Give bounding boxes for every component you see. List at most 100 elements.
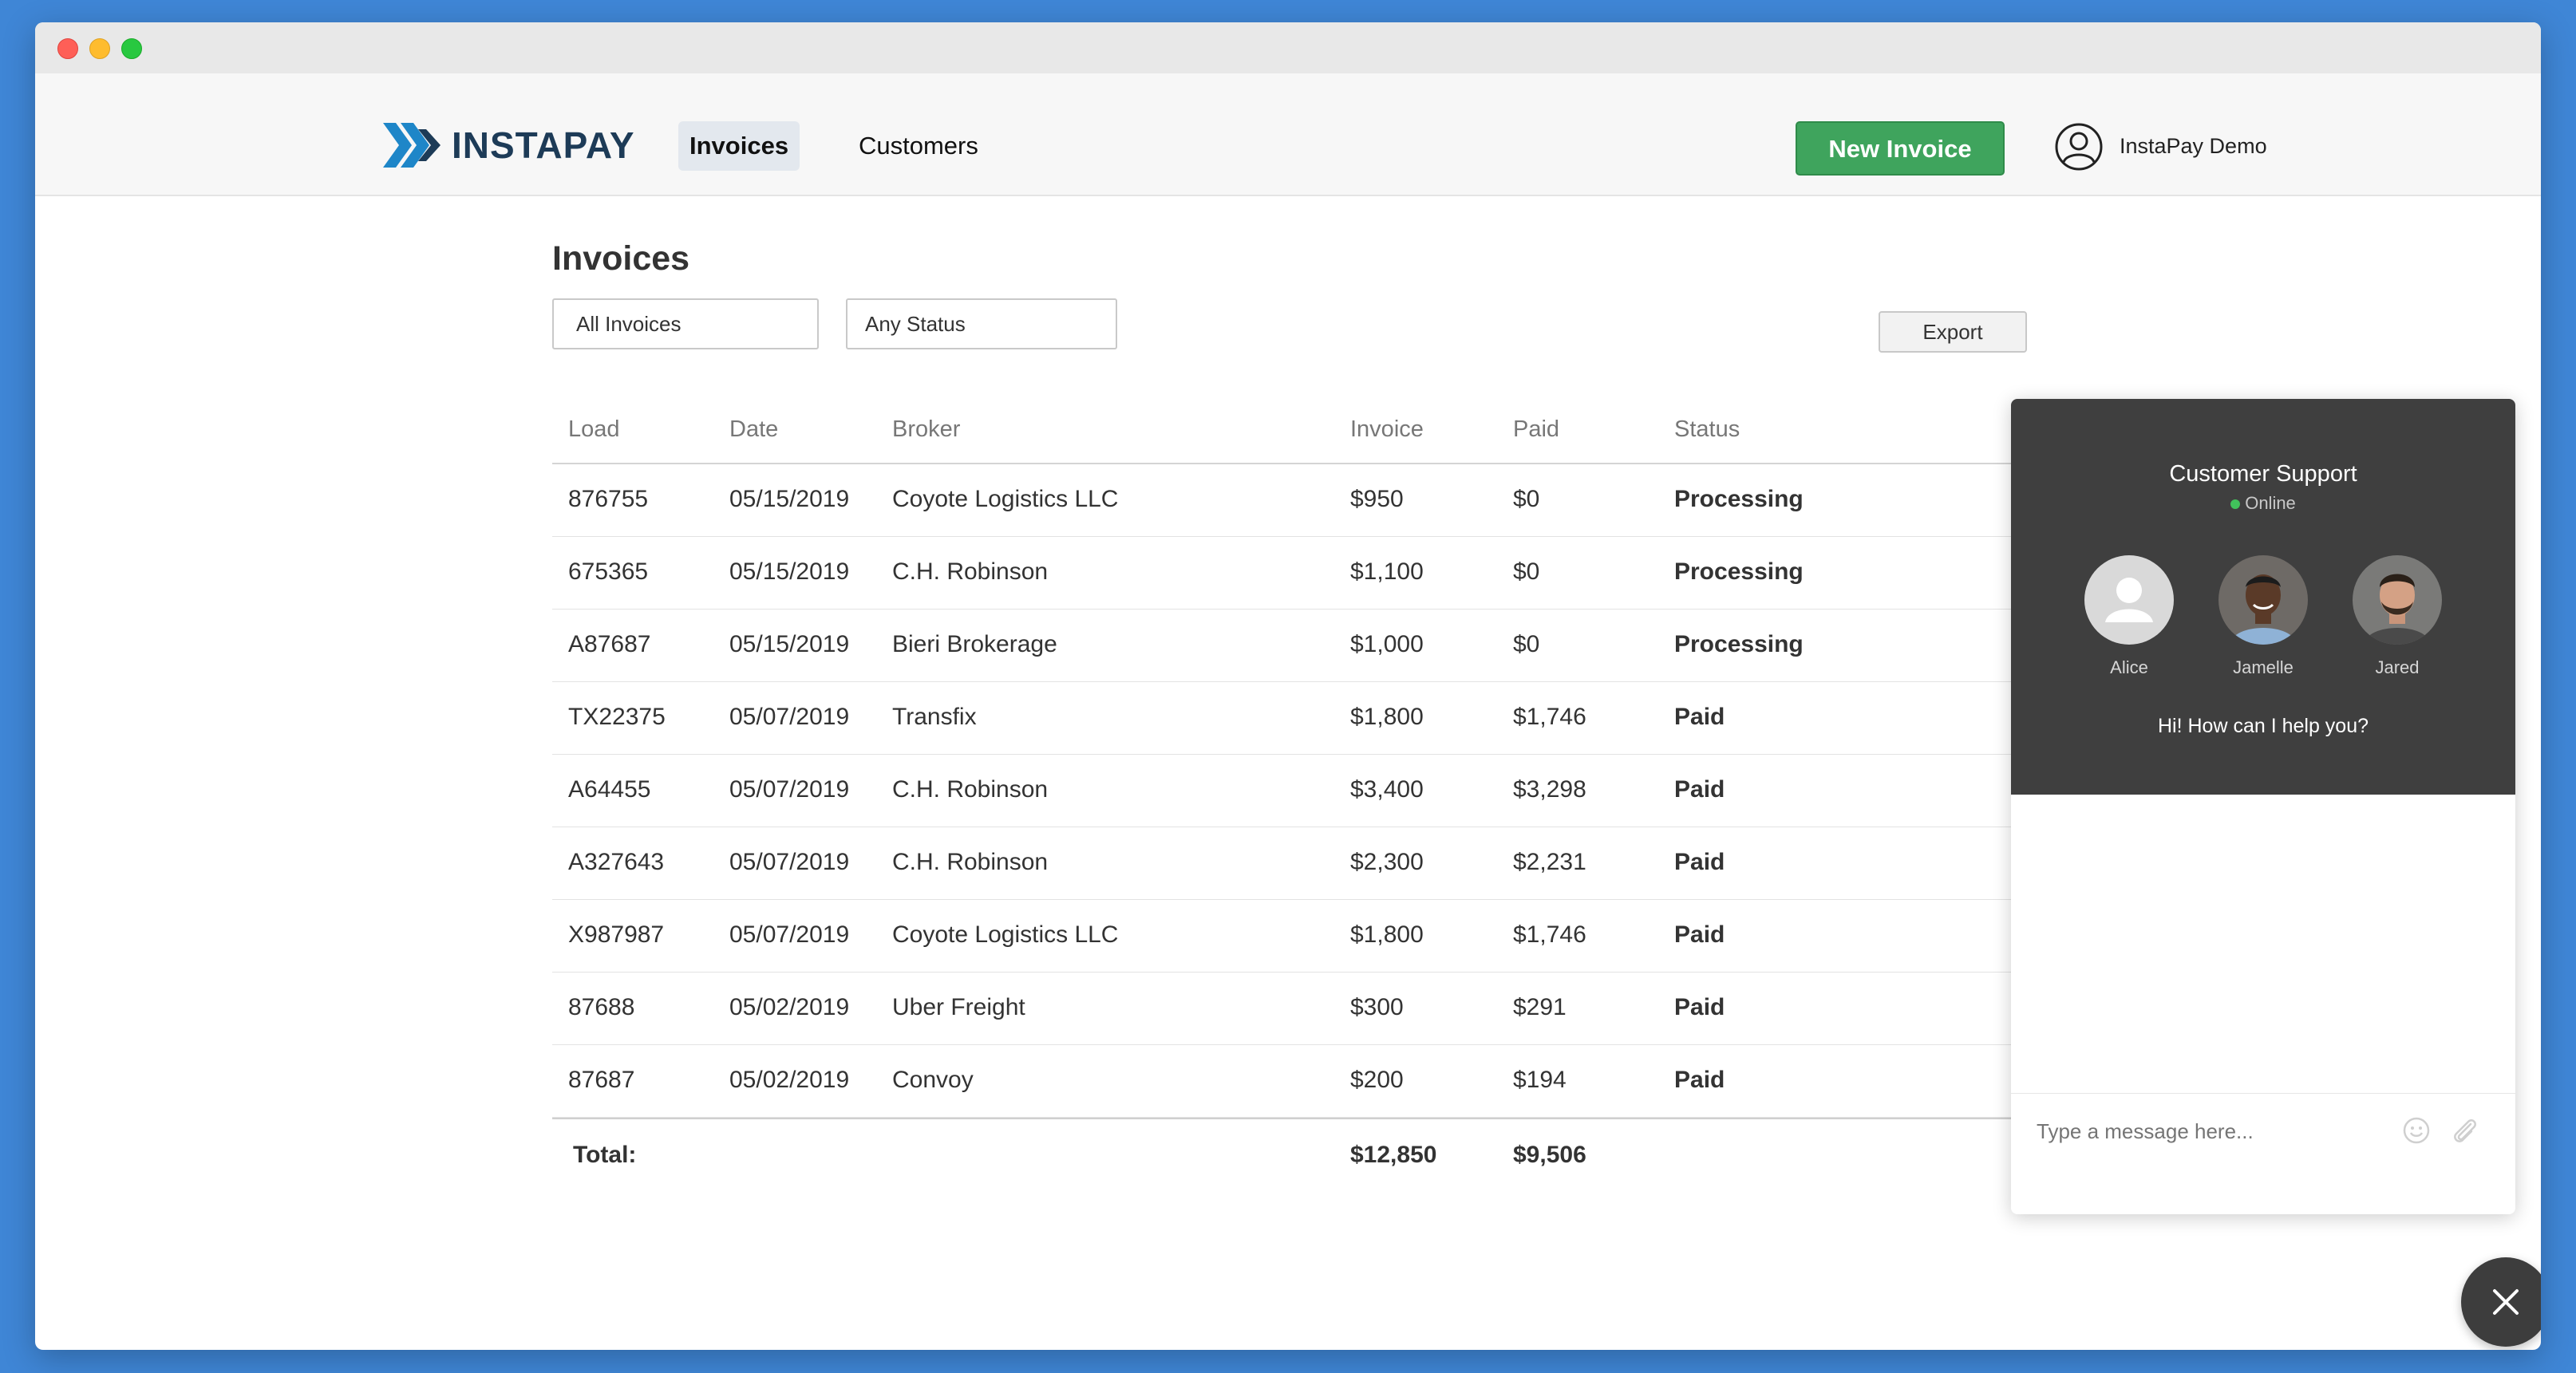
cell-load: 87687: [568, 1067, 635, 1093]
cell-invoice: $950: [1350, 486, 1404, 512]
cell-broker: C.H. Robinson: [892, 776, 1049, 803]
cell-load: A327643: [568, 849, 665, 875]
brand-logo[interactable]: INSTAPAY: [383, 123, 635, 168]
cell-paid: $291: [1513, 994, 1567, 1020]
close-icon: [2493, 1289, 2519, 1315]
cell-date: 05/07/2019: [729, 776, 850, 803]
nav-invoices[interactable]: Invoices: [678, 121, 800, 171]
agent-jared: Jared: [2349, 555, 2445, 678]
column-header-load[interactable]: Load: [568, 416, 620, 443]
table-row[interactable]: X987987 05/07/2019 Coyote Logistics LLC …: [552, 900, 2148, 973]
chat-composer: [2011, 1093, 2515, 1214]
cell-broker: C.H. Robinson: [892, 558, 1049, 585]
column-header-broker[interactable]: Broker: [892, 416, 960, 443]
browser-window: INSTAPAY Invoices Customers New Invoice …: [35, 22, 2541, 1350]
column-header-date[interactable]: Date: [729, 416, 778, 443]
chat-close-button[interactable]: [2461, 1257, 2541, 1347]
chat-message-input[interactable]: [2035, 1115, 2389, 1148]
cell-invoice: $2,300: [1350, 849, 1424, 875]
cell-paid: $0: [1513, 558, 1540, 585]
table-row[interactable]: 876755 05/15/2019 Coyote Logistics LLC $…: [552, 464, 2148, 537]
chat-greeting: Hi! How can I help you?: [2157, 715, 2369, 737]
maximize-window-button[interactable]: [121, 38, 142, 59]
status-badge: Processing: [1674, 558, 1804, 585]
total-paid: $9,506: [1513, 1142, 1586, 1168]
status-badge: Paid: [1674, 994, 1725, 1020]
export-button[interactable]: Export: [1879, 311, 2027, 353]
cell-invoice: $1,100: [1350, 558, 1424, 585]
cell-load: X987987: [568, 921, 665, 948]
table-row[interactable]: A327643 05/07/2019 C.H. Robinson $2,300 …: [552, 827, 2148, 900]
cell-date: 05/15/2019: [729, 631, 850, 657]
cell-paid: $0: [1513, 631, 1540, 657]
cell-broker: Bieri Brokerage: [892, 631, 1057, 657]
new-invoice-button[interactable]: New Invoice: [1796, 121, 2005, 176]
agent-jamelle: Jamelle: [2215, 555, 2311, 678]
cell-broker: Transfix: [892, 704, 977, 730]
column-header-invoice[interactable]: Invoice: [1350, 416, 1424, 443]
status-badge: Paid: [1674, 849, 1725, 875]
table-row[interactable]: TX22375 05/07/2019 Transfix $1,800 $1,74…: [552, 682, 2148, 755]
table-row[interactable]: 675365 05/15/2019 C.H. Robinson $1,100 $…: [552, 537, 2148, 610]
person-avatar-icon: [2353, 555, 2442, 645]
table-row[interactable]: A64455 05/07/2019 C.H. Robinson $3,400 $…: [552, 755, 2148, 827]
cell-paid: $1,746: [1513, 921, 1586, 948]
cell-load: 675365: [568, 558, 649, 585]
cell-broker: Uber Freight: [892, 994, 1025, 1020]
chat-title: Customer Support: [2169, 461, 2357, 487]
status-filter-select[interactable]: Any Status: [846, 298, 1117, 349]
status-badge: Processing: [1674, 486, 1804, 512]
table-row[interactable]: 87688 05/02/2019 Uber Freight $300 $291 …: [552, 973, 2148, 1045]
table-row[interactable]: 87687 05/02/2019 Convoy $200 $194 Paid: [552, 1045, 2148, 1118]
person-avatar-icon: [2218, 555, 2308, 645]
table-header: Load Date Broker Invoice Paid Status: [552, 394, 2148, 464]
cell-invoice: $3,400: [1350, 776, 1424, 803]
chat-header: Customer Support Online Alice Jamelle Ja…: [2011, 399, 2515, 795]
cell-invoice: $1,800: [1350, 921, 1424, 948]
column-header-status[interactable]: Status: [1674, 416, 1740, 443]
user-circle-icon[interactable]: [2054, 122, 2104, 172]
agent-name: Jared: [2375, 657, 2420, 677]
avatar: [2218, 555, 2308, 645]
cell-date: 05/07/2019: [729, 849, 850, 875]
invoice-filter-select[interactable]: All Invoices: [552, 298, 819, 349]
chat-status: Online: [2011, 493, 2515, 514]
cell-invoice: $1,000: [1350, 631, 1424, 657]
user-name[interactable]: InstaPay Demo: [2120, 134, 2267, 159]
cell-paid: $194: [1513, 1067, 1567, 1093]
cell-invoice: $1,800: [1350, 704, 1424, 730]
close-window-button[interactable]: [57, 38, 78, 59]
avatar: [2353, 555, 2442, 645]
paperclip-icon[interactable]: [2450, 1115, 2479, 1146]
cell-load: TX22375: [568, 704, 666, 730]
cell-date: 05/15/2019: [729, 486, 850, 512]
cell-date: 05/15/2019: [729, 558, 850, 585]
cell-load: 87688: [568, 994, 635, 1020]
support-chat-widget: Customer Support Online Alice Jamelle Ja…: [2011, 399, 2515, 1214]
cell-date: 05/07/2019: [729, 704, 850, 730]
top-navbar: INSTAPAY Invoices Customers New Invoice …: [35, 73, 2541, 196]
table-row[interactable]: A87687 05/15/2019 Bieri Brokerage $1,000…: [552, 610, 2148, 682]
status-badge: Paid: [1674, 921, 1725, 948]
cell-date: 05/07/2019: [729, 921, 850, 948]
agent-name: Jamelle: [2233, 657, 2294, 677]
column-header-paid[interactable]: Paid: [1513, 416, 1559, 443]
smiley-icon[interactable]: [2402, 1116, 2431, 1145]
status-badge: Paid: [1674, 704, 1725, 730]
cell-broker: Coyote Logistics LLC: [892, 486, 1119, 512]
default-avatar-icon: [2084, 555, 2174, 645]
invoices-table: Load Date Broker Invoice Paid Status 876…: [552, 394, 2148, 1191]
cell-broker: Convoy: [892, 1067, 974, 1093]
cell-invoice: $200: [1350, 1067, 1404, 1093]
total-label: Total:: [573, 1142, 637, 1168]
agent-name: Alice: [2110, 657, 2148, 677]
cell-load: A87687: [568, 631, 651, 657]
nav-customers[interactable]: Customers: [847, 121, 990, 171]
cell-paid: $1,746: [1513, 704, 1586, 730]
minimize-window-button[interactable]: [89, 38, 110, 59]
chevron-arrows-icon: [383, 123, 441, 168]
status-badge: Paid: [1674, 776, 1725, 803]
status-badge: Processing: [1674, 631, 1804, 657]
status-badge: Paid: [1674, 1067, 1725, 1093]
chat-status-text: Online: [2245, 493, 2296, 513]
